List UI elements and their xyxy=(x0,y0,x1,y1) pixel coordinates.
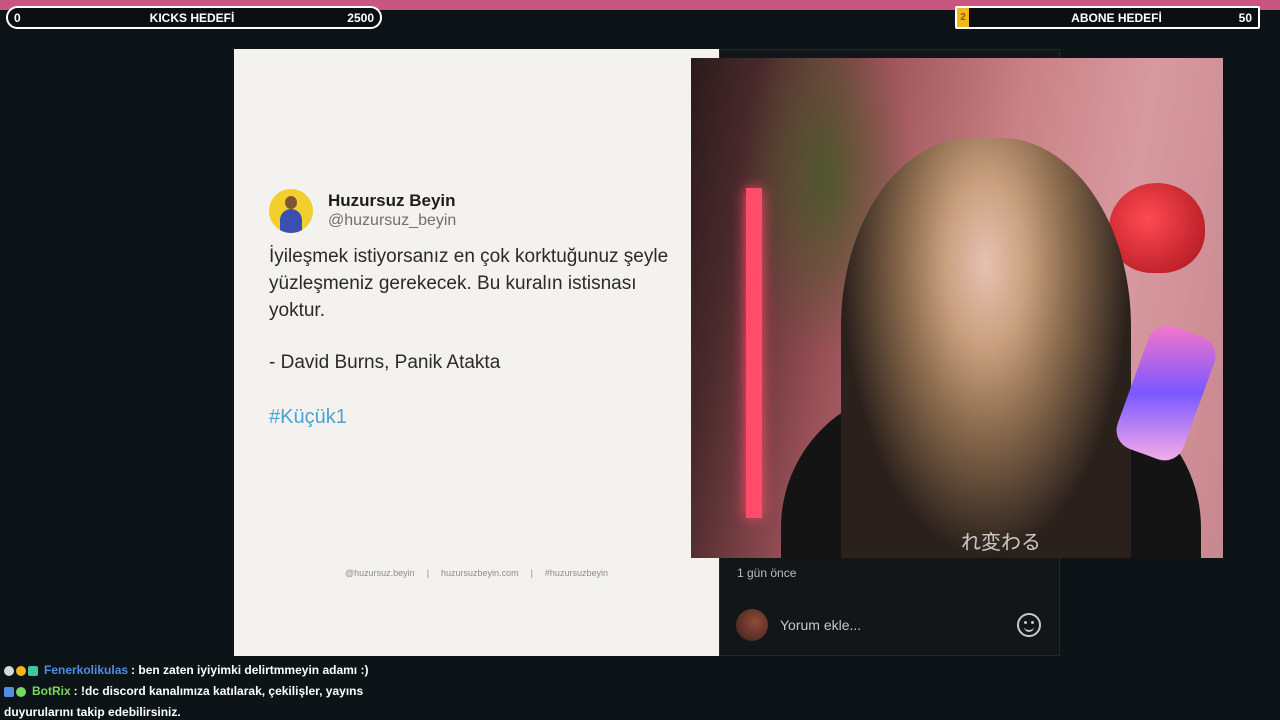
cam-overlay-text: れ変わる xyxy=(961,532,1041,554)
chat-username[interactable]: BotRix xyxy=(32,681,71,702)
author-name: Huzursuz Beyin xyxy=(328,191,456,210)
kicks-goal-start: 0 xyxy=(14,10,21,25)
heart-balloon xyxy=(1109,183,1205,273)
abone-goal-end: 50 xyxy=(1238,10,1252,25)
coin-badge-icon xyxy=(16,665,26,676)
abone-goal-title: ABONE HEDEFİ xyxy=(1071,10,1162,25)
chat-text: : !dc discord kanalımıza katılarak, çeki… xyxy=(73,684,364,698)
chat-message: BotRix : !dc discord kanalımıza katılara… xyxy=(4,681,604,702)
comment-row: Yorum ekle... xyxy=(736,608,1041,642)
chat-text-continuation: duyurularını takip edebilirsiniz. xyxy=(4,705,181,719)
quote-author: - David Burns, Panik Atakta xyxy=(269,352,501,373)
chat-text: : ben zaten iyiyimki delirtmmeyin adamı … xyxy=(131,663,369,677)
post-hashtag[interactable]: #Küçük1 xyxy=(269,406,347,429)
webcam-feed: れ変わる xyxy=(691,58,1223,558)
streamer-figure xyxy=(841,138,1131,558)
bot-badge-icon xyxy=(4,665,14,676)
footer-handle: @huzursuz.beyin xyxy=(345,568,415,578)
led-light-strip xyxy=(746,188,762,518)
quote-post-card: Huzursuz Beyin @huzursuz_beyin İyileşmek… xyxy=(234,49,719,656)
kicks-goal-end: 2500 xyxy=(347,10,374,25)
commenter-avatar xyxy=(736,609,768,641)
gift-badge-icon xyxy=(28,665,38,676)
post-text: İyileşmek istiyorsanız en çok korktuğunu… xyxy=(269,246,669,321)
footer-hashtag: #huzursuzbeyin xyxy=(544,568,608,578)
chat-username[interactable]: Fenerkolikulas xyxy=(44,660,128,681)
abone-goal-current: 2 xyxy=(957,8,969,27)
verified-badge-icon xyxy=(16,686,26,697)
kicks-goal-bar: 0 KICKS HEDEFİ 2500 xyxy=(6,6,382,29)
author-handle: @huzursuz_beyin xyxy=(328,212,457,229)
post-footer: @huzursuz.beyin | huzursuzbeyin.com | #huzur… xyxy=(345,568,608,578)
post-header: Huzursuz Beyin @huzursuz_beyin xyxy=(269,189,456,233)
footer-website: huzursuzbeyin.com xyxy=(441,568,519,578)
kicks-goal-title: KICKS HEDEFİ xyxy=(149,10,235,25)
mod-badge-icon xyxy=(4,686,14,697)
post-timestamp: 1 gün önce xyxy=(737,566,797,580)
chat-message: Fenerkolikulas : ben zaten iyiyimki deli… xyxy=(4,660,604,681)
chat-overlay: Fenerkolikulas : ben zaten iyiyimki deli… xyxy=(4,660,604,720)
author-avatar xyxy=(269,189,313,233)
emoji-icon[interactable] xyxy=(1017,613,1041,637)
abone-goal-bar: 2 ABONE HEDEFİ 50 xyxy=(955,6,1260,29)
comment-input[interactable]: Yorum ekle... xyxy=(780,617,1017,633)
